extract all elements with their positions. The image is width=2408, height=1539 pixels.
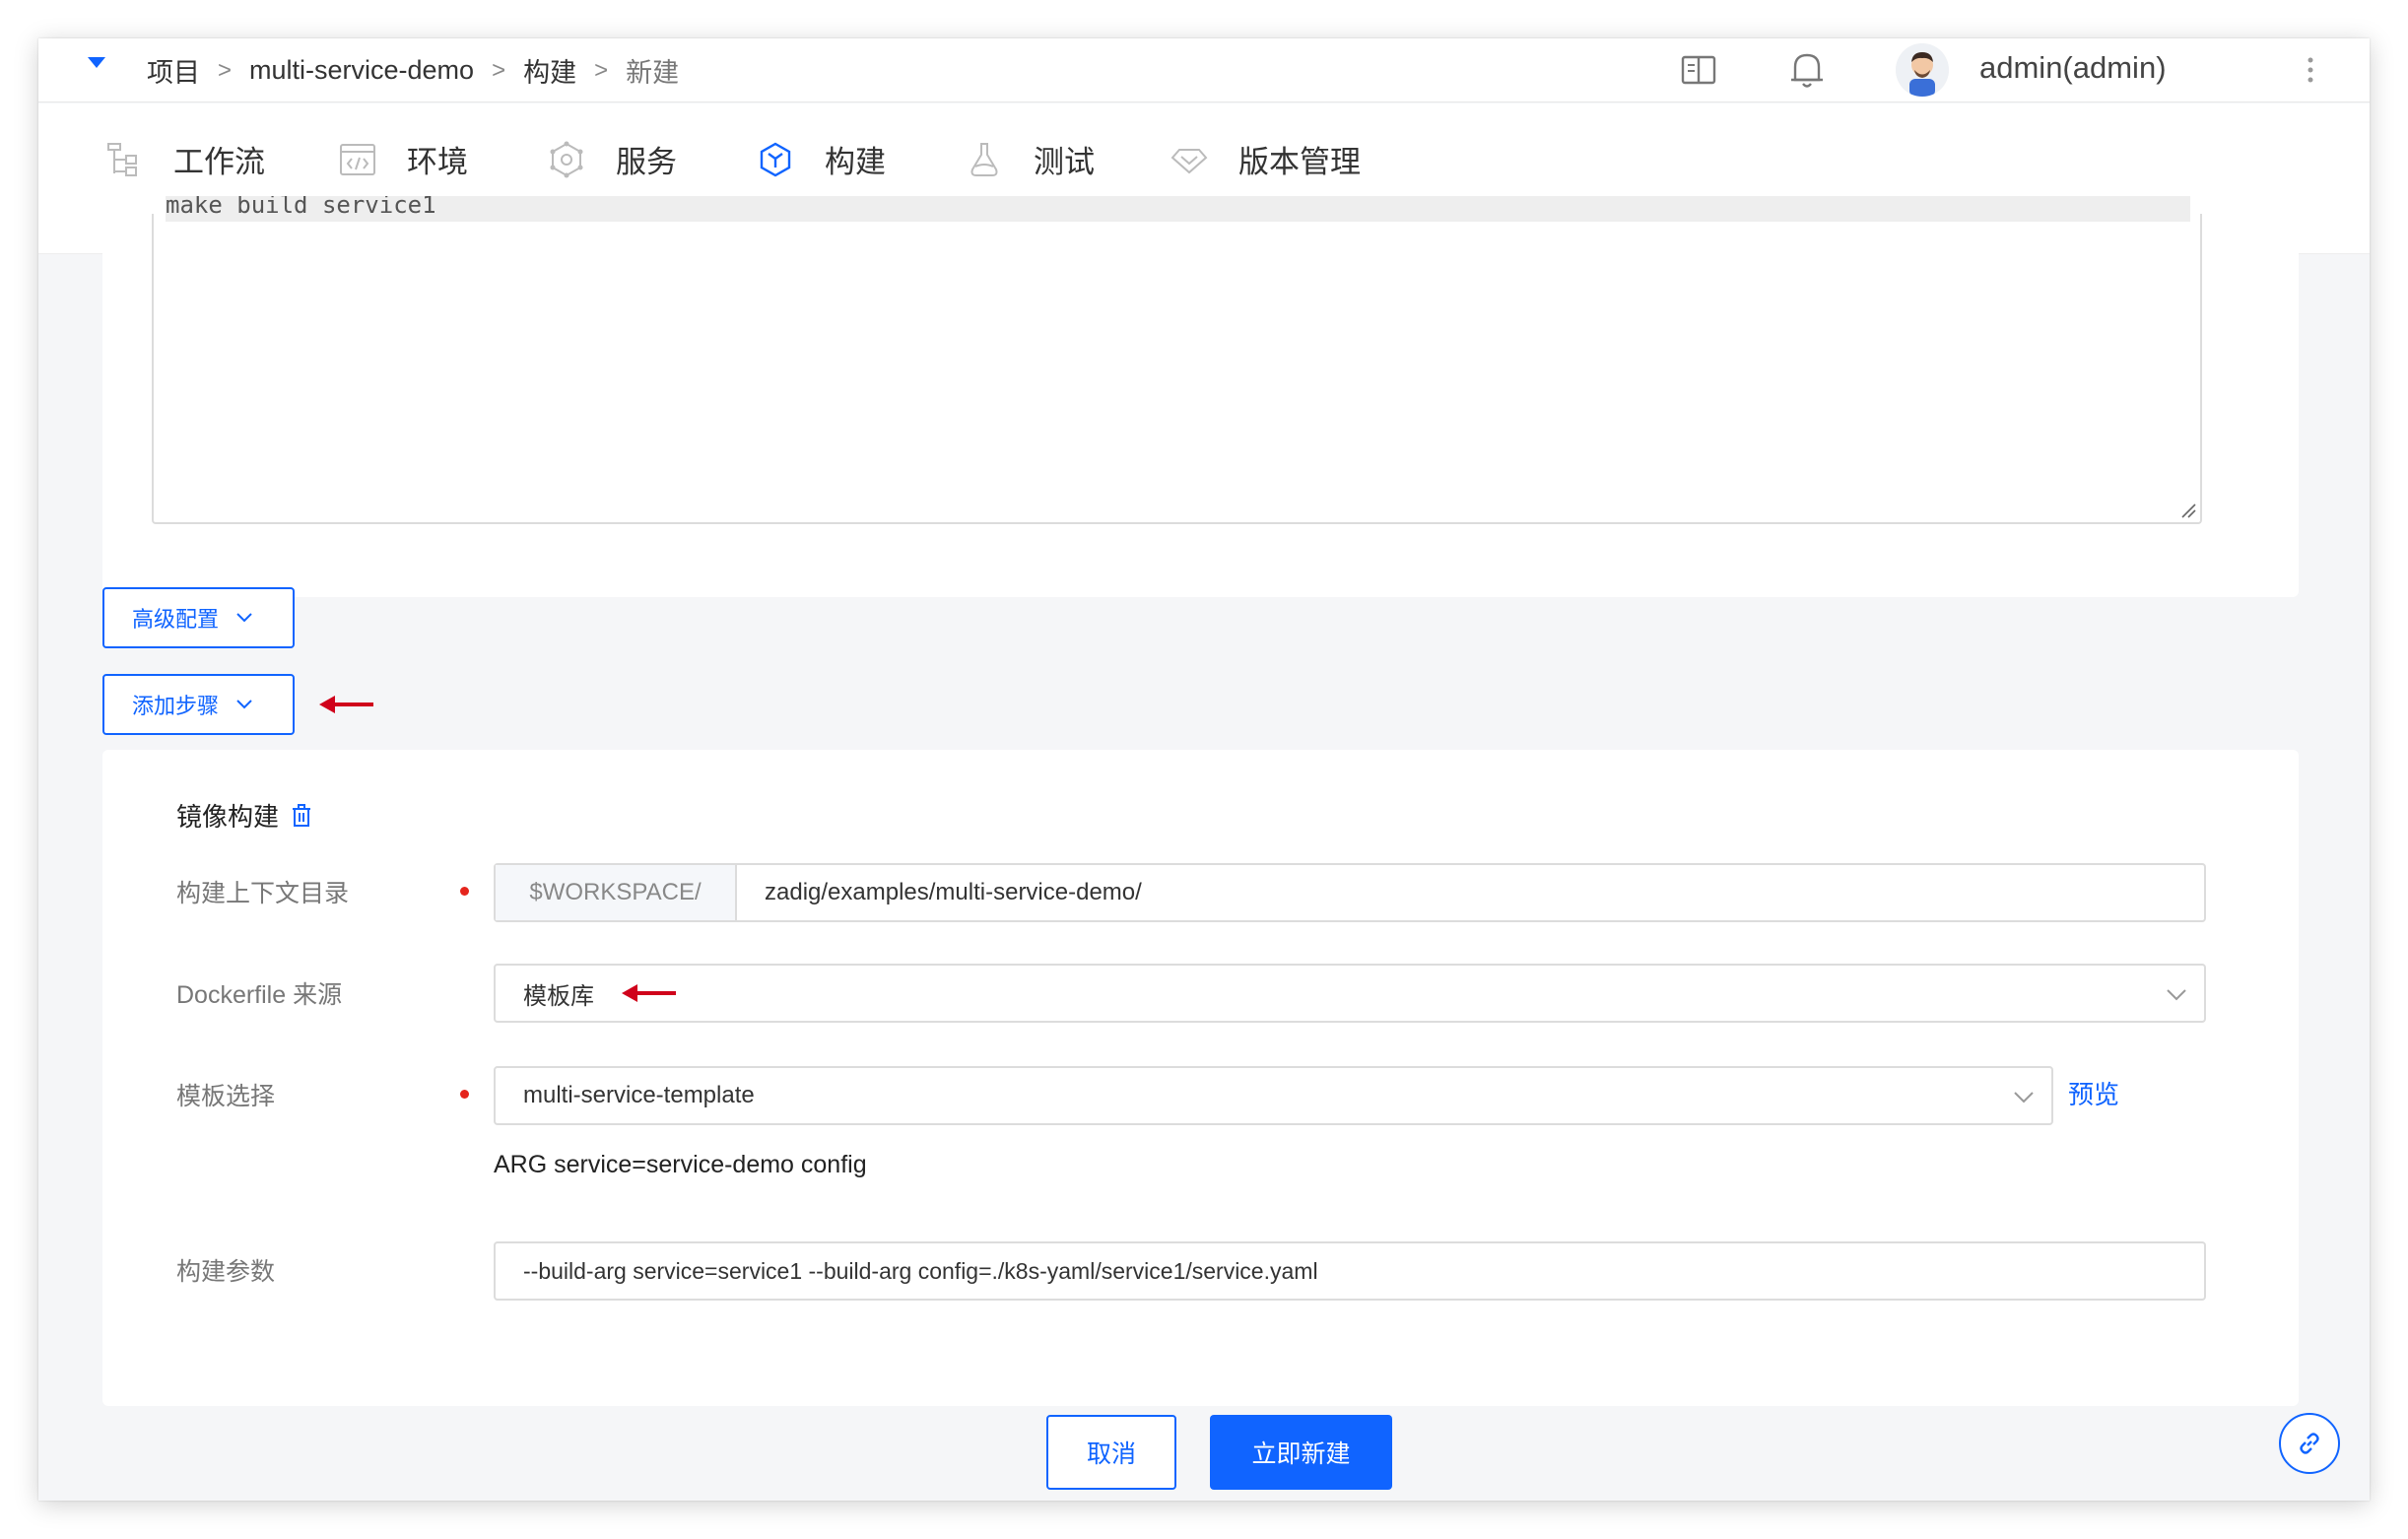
advanced-config-label: 高级配置	[132, 607, 220, 632]
chevron-down-icon	[236, 700, 252, 709]
workflow-icon	[107, 142, 137, 176]
create-now-button[interactable]: 立即新建	[1210, 1415, 1392, 1490]
params-label: 构建参数	[176, 1258, 276, 1286]
dockerfile-label: Dockerfile 来源	[176, 981, 343, 1009]
annotation-arrow-icon	[622, 984, 676, 1002]
book-icon[interactable]	[1679, 50, 1718, 90]
add-step-label: 添加步骤	[132, 694, 220, 718]
tab-label: 版本管理	[1238, 145, 1361, 179]
tab-label: 环境	[407, 145, 468, 179]
build-params-input[interactable]: --build-arg service=service1 --build-arg…	[494, 1241, 2206, 1301]
image-build-title: 镜像构建	[176, 797, 312, 834]
link-icon	[2300, 1433, 2319, 1454]
breadcrumb-current: 新建	[626, 58, 680, 88]
breadcrumb-separator: >	[218, 56, 233, 84]
breadcrumb-projects[interactable]: 项目	[147, 51, 200, 90]
add-step-button[interactable]: 添加步骤	[102, 674, 295, 735]
breadcrumb-build[interactable]: 构建	[523, 51, 576, 90]
environment-icon	[340, 143, 375, 175]
dockerfile-value: 模板库	[523, 982, 594, 1010]
preview-link[interactable]: 预览	[2068, 1075, 2119, 1111]
tab-label: 测试	[1034, 145, 1095, 179]
breadcrumb-separator: >	[492, 56, 506, 84]
script-line: make build service1	[166, 196, 2190, 222]
template-value: multi-service-template	[523, 1082, 755, 1108]
required-indicator	[460, 1090, 469, 1099]
chevron-down-icon	[236, 613, 252, 623]
breadcrumb: 项目 > multi-service-demo > 构建 > 新建	[147, 48, 679, 93]
template-label: 模板选择	[176, 1083, 276, 1110]
required-indicator	[460, 887, 469, 896]
annotation-arrow-icon	[319, 696, 373, 713]
bell-icon[interactable]	[1787, 48, 1827, 92]
tab-label: 构建	[825, 145, 886, 179]
chevron-down-icon	[2167, 989, 2186, 1001]
params-value: --build-arg service=service1 --build-arg…	[523, 1257, 1318, 1284]
trash-icon[interactable]	[291, 803, 312, 828]
tab-label: 工作流	[173, 145, 265, 179]
advanced-config-button[interactable]: 高级配置	[102, 587, 295, 648]
breadcrumb-separator: >	[594, 56, 609, 84]
username[interactable]: admin(admin)	[1979, 50, 2167, 86]
context-value: zadig/examples/multi-service-demo/	[765, 879, 1142, 905]
build-script-editor[interactable]: make build service1	[152, 196, 2202, 524]
app-window: 项目 > multi-service-demo > 构建 > 新建 admin(…	[38, 38, 2370, 1501]
service-icon	[550, 141, 583, 177]
template-arg-text: ARG service=service-demo config	[494, 1151, 867, 1178]
project-dropdown-icon[interactable]	[88, 57, 105, 68]
avatar[interactable]	[1896, 43, 1949, 97]
tab-label: 服务	[616, 145, 677, 179]
section-title-text: 镜像构建	[176, 802, 280, 832]
breadcrumb-project[interactable]: multi-service-demo	[249, 55, 474, 86]
context-prefix: $WORKSPACE/	[496, 865, 737, 920]
template-select[interactable]: multi-service-template	[494, 1066, 2053, 1125]
top-bar: 项目 > multi-service-demo > 构建 > 新建 admin(…	[38, 38, 2370, 102]
dockerfile-source-select[interactable]: 模板库	[494, 964, 2206, 1023]
floating-link-button[interactable]	[2279, 1413, 2340, 1474]
cancel-button[interactable]: 取消	[1046, 1415, 1176, 1490]
chevron-down-icon	[2014, 1092, 2034, 1104]
context-input[interactable]: $WORKSPACE/ zadig/examples/multi-service…	[494, 863, 2206, 922]
user-avatar-icon	[1896, 43, 1949, 97]
context-label: 构建上下文目录	[176, 880, 350, 907]
flask-icon	[970, 142, 998, 176]
more-vertical-icon[interactable]	[2301, 50, 2320, 90]
resize-handle-icon[interactable]	[2178, 501, 2196, 518]
version-icon	[1171, 148, 1208, 173]
build-icon	[760, 142, 791, 176]
